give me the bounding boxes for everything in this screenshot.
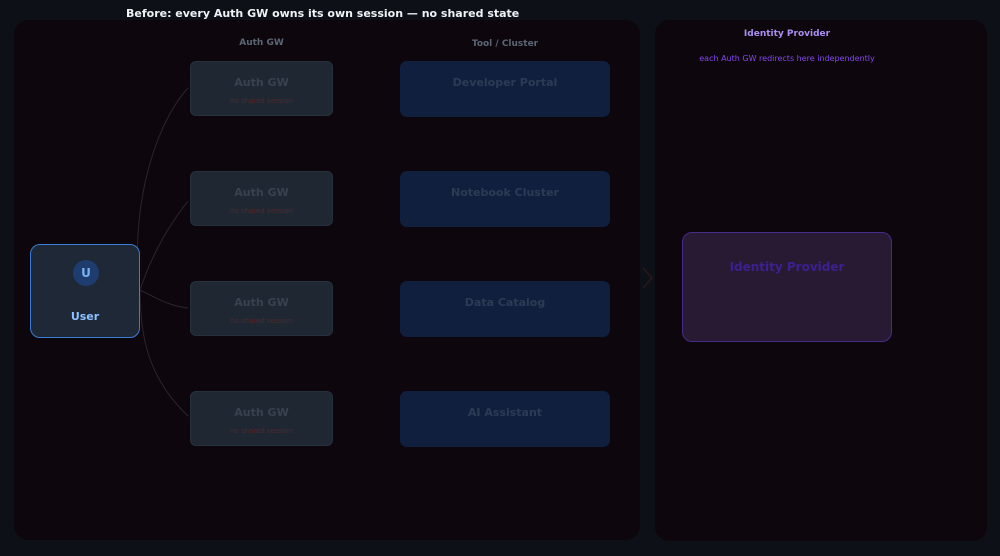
- panel-link-marker: [642, 267, 653, 289]
- auth-gw-node: Auth GW no shared session: [190, 61, 333, 116]
- idp-heading: Identity Provider: [743, 29, 831, 39]
- tool-title: Developer Portal: [452, 76, 558, 89]
- auth-gw-column-header: Auth GW: [239, 38, 284, 48]
- tool-title: Notebook Cluster: [451, 186, 559, 199]
- auth-gw-node: Auth GW no shared session: [190, 391, 333, 446]
- auth-gw-note: no shared session: [230, 97, 293, 105]
- tool-title: AI Assistant: [467, 406, 543, 419]
- auth-gw-title: Auth GW: [234, 186, 289, 199]
- user-node: U User: [30, 244, 140, 338]
- tool-title: Data Catalog: [464, 296, 546, 309]
- auth-gw-note: no shared session: [230, 427, 293, 435]
- tool-node-notebook-cluster: Notebook Cluster: [400, 171, 610, 227]
- auth-gw-title: Auth GW: [234, 76, 289, 89]
- auth-gw-title: Auth GW: [234, 296, 289, 309]
- user-to-gw-3-line: [139, 289, 189, 309]
- tool-node-data-catalog: Data Catalog: [400, 281, 610, 337]
- user-avatar-icon: U: [73, 260, 99, 286]
- auth-gw-title: Auth GW: [234, 406, 289, 419]
- user-to-gw-4-line: [139, 289, 189, 417]
- tool-node-developer-portal: Developer Portal: [400, 61, 610, 117]
- tool-node-ai-assistant: AI Assistant: [400, 391, 610, 447]
- auth-gw-node: Auth GW no shared session: [190, 171, 333, 226]
- idp-subtitle: each Auth GW redirects here independentl…: [699, 54, 875, 63]
- user-label: User: [70, 310, 100, 323]
- auth-gw-note: no shared session: [230, 207, 293, 215]
- auth-gw-node: Auth GW no shared session: [190, 281, 333, 336]
- auth-gw-note: no shared session: [230, 317, 293, 325]
- idp-box-title: Identity Provider: [729, 260, 845, 274]
- identity-provider-node: Identity Provider: [682, 232, 892, 342]
- user-to-gw-1-line: [137, 87, 189, 291]
- tool-column-header: Tool / Cluster: [471, 39, 539, 49]
- user-to-gw-2-line: [139, 200, 189, 291]
